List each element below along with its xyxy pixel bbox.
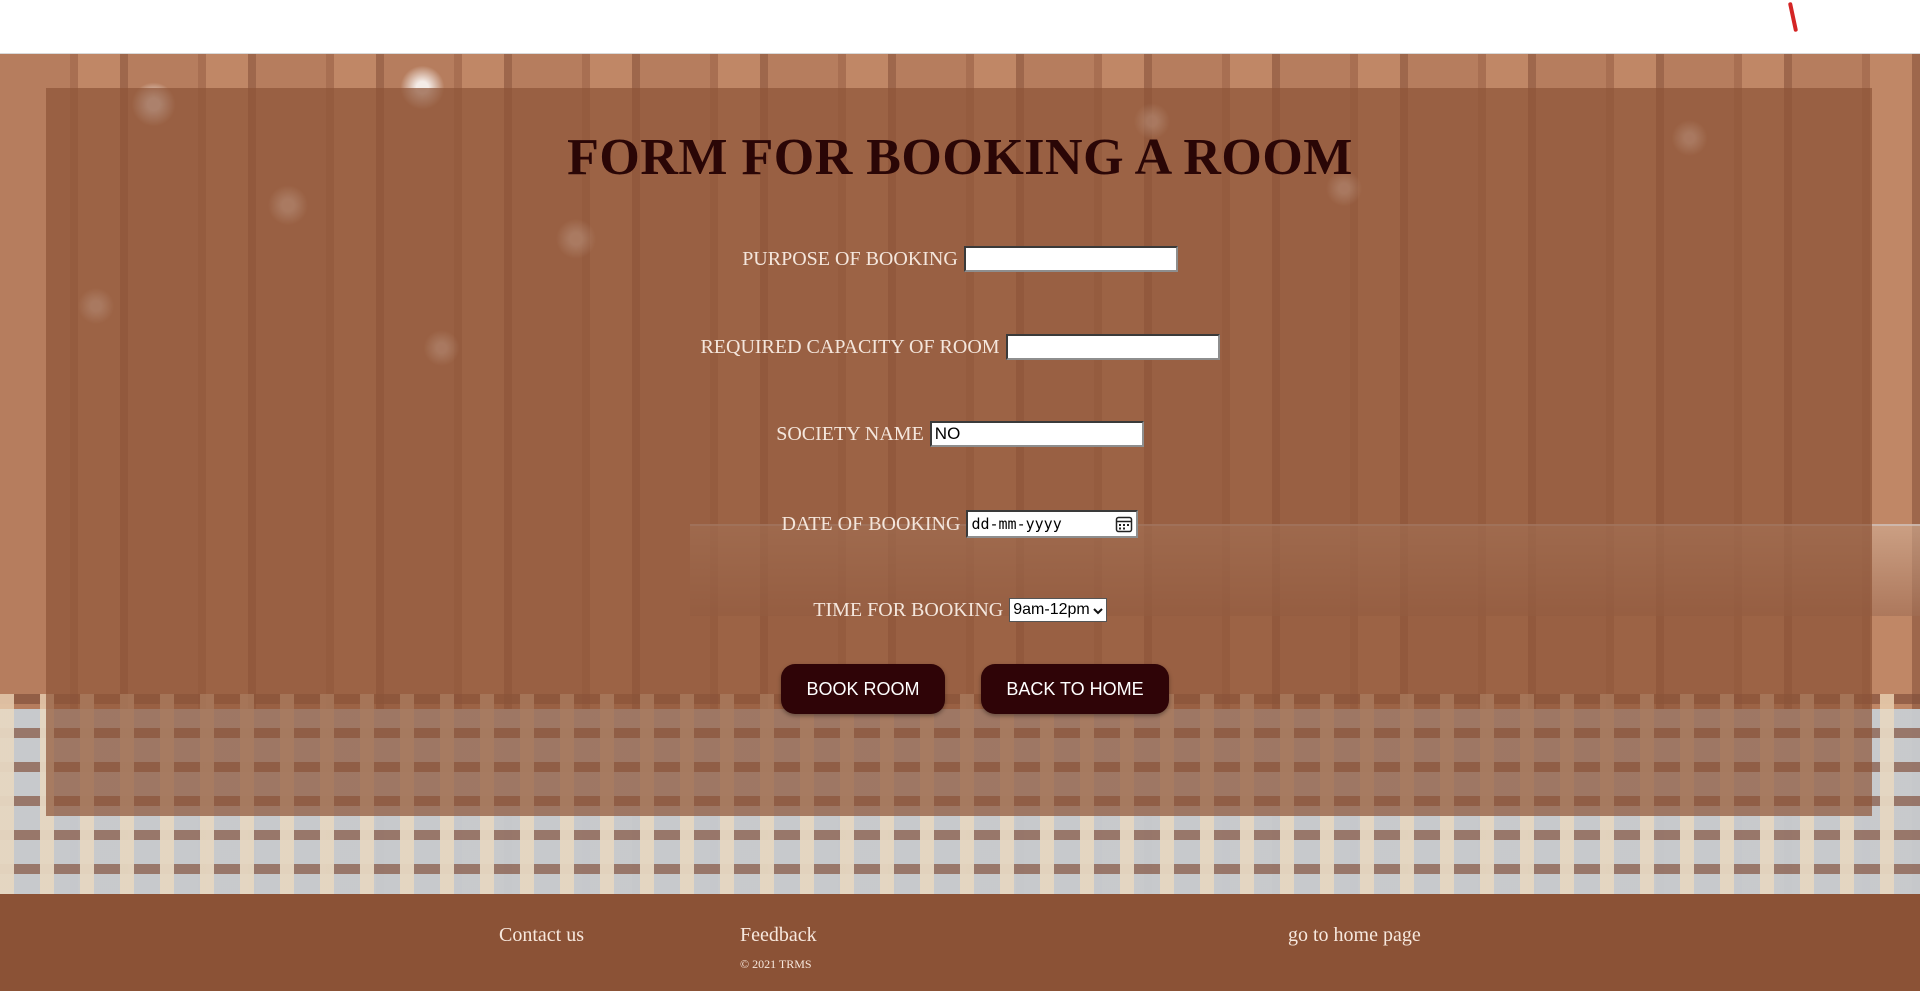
society-row: SOCIETY NAME (0, 421, 1920, 447)
feedback-link[interactable]: Feedback (740, 924, 817, 947)
browser-top-bar (0, 0, 1920, 54)
date-label: DATE OF BOOKING (781, 512, 961, 535)
time-selected-value: 9am-12pm (1013, 601, 1090, 618)
time-label: TIME FOR BOOKING (813, 598, 1004, 621)
copyright-text: © 2021 TRMS (740, 957, 812, 971)
red-mark-decoration (1787, 1, 1799, 33)
society-input[interactable] (929, 421, 1144, 447)
footer: Contact us Feedback © 2021 TRMS go to ho… (0, 894, 1920, 991)
society-label: SOCIETY NAME (776, 422, 924, 445)
time-select[interactable]: 9am-12pm (1009, 598, 1107, 622)
date-placeholder: dd-mm-yyyy (971, 515, 1062, 533)
back-to-home-button[interactable]: BACK TO HOME (981, 664, 1169, 714)
capacity-input[interactable] (1005, 334, 1220, 360)
purpose-row: PURPOSE OF BOOKING (0, 246, 1920, 272)
date-row: DATE OF BOOKING dd-mm-yyyy (0, 510, 1920, 538)
capacity-label: REQUIRED CAPACITY OF ROOM (700, 335, 1000, 358)
form-panel (46, 88, 1872, 816)
go-to-home-page-link[interactable]: go to home page (1288, 924, 1421, 947)
book-room-button[interactable]: BOOK ROOM (781, 664, 945, 714)
capacity-row: REQUIRED CAPACITY OF ROOM (0, 334, 1920, 360)
time-row: TIME FOR BOOKING 9am-12pm (0, 598, 1920, 622)
page-title: FORM FOR BOOKING A ROOM (567, 129, 1353, 186)
calendar-icon[interactable] (1115, 515, 1133, 533)
chevron-down-icon (1092, 604, 1104, 616)
purpose-input[interactable] (963, 246, 1178, 272)
purpose-label: PURPOSE OF BOOKING (742, 247, 958, 270)
date-input[interactable]: dd-mm-yyyy (966, 510, 1139, 538)
contact-us-link[interactable]: Contact us (499, 924, 584, 947)
